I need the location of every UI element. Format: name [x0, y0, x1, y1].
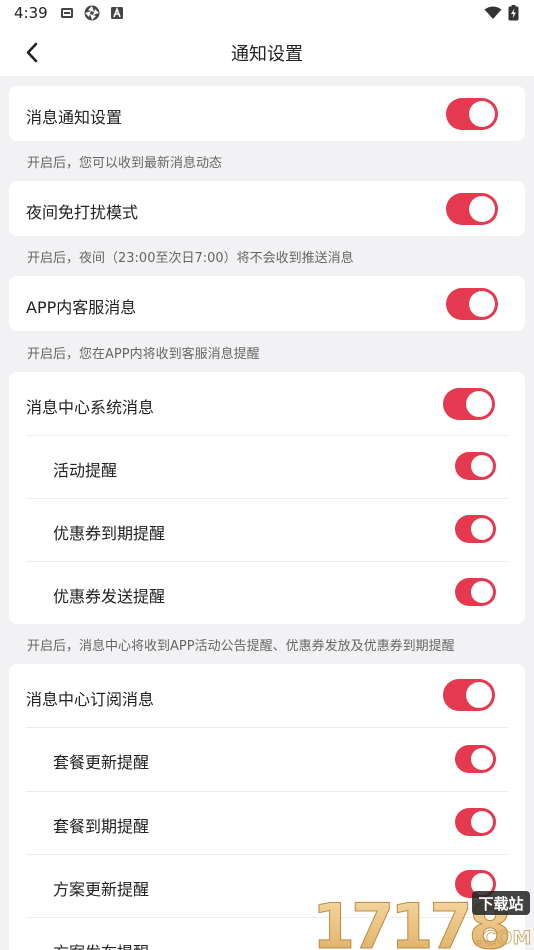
setting-label: 优惠券到期提醒 [53, 524, 166, 543]
setting-card-do-not-disturb: 夜间免打扰模式 [9, 181, 525, 236]
setting-row-coupon-sent: 优惠券发送提醒 [9, 561, 525, 624]
system-messages-toggle[interactable] [443, 388, 495, 420]
do-not-disturb-toggle[interactable] [446, 193, 498, 225]
watermark-suffix: .COM [475, 927, 531, 949]
watermark-logo: 17178 下载站 .COM [312, 890, 532, 950]
setting-row-system-messages: 消息中心系统消息 [9, 372, 525, 435]
setting-label: 消息通知设置 [26, 108, 123, 127]
setting-card-customer-service: APP内客服消息 [9, 276, 525, 331]
setting-row-subscription-messages: 消息中心订阅消息 [9, 664, 525, 727]
setting-label: 夜间免打扰模式 [26, 203, 139, 222]
setting-label: APP内客服消息 [26, 298, 137, 317]
setting-row-customer-service: APP内客服消息 [9, 276, 525, 331]
setting-row-activity-reminder: 活动提醒 [9, 435, 525, 498]
setting-row-do-not-disturb: 夜间免打扰模式 [9, 181, 525, 236]
wifi-icon [484, 6, 502, 19]
setting-description: 开启后，夜间（23:00至次日7:00）将不会收到推送消息 [27, 251, 354, 266]
page-title: 通知设置 [231, 44, 303, 65]
font-notification-icon [111, 6, 123, 19]
plan-update-toggle[interactable] [455, 745, 496, 773]
coupon-sent-toggle[interactable] [455, 578, 496, 606]
setting-label: 优惠券发送提醒 [53, 587, 166, 606]
setting-row-plan-update: 套餐更新提醒 [9, 727, 525, 791]
setting-label: 活动提醒 [53, 461, 118, 480]
setting-label: 套餐更新提醒 [53, 753, 150, 772]
setting-description: 开启后，您在APP内将收到客服消息提醒 [27, 347, 260, 362]
setting-label: 消息中心订阅消息 [26, 690, 155, 709]
battery-charging-icon [508, 5, 519, 21]
message-notification-toggle[interactable] [446, 98, 498, 130]
setting-label: 消息中心系统消息 [26, 398, 155, 417]
setting-label: 方案发布提醒 [53, 939, 149, 950]
setting-row-coupon-expiry: 优惠券到期提醒 [9, 498, 525, 561]
setting-description: 开启后，您可以收到最新消息动态 [27, 156, 223, 171]
setting-card-message-notification: 消息通知设置 [9, 86, 525, 141]
coupon-expiry-toggle[interactable] [455, 515, 496, 543]
subscription-messages-toggle[interactable] [443, 679, 495, 711]
app-notification-icon [84, 5, 100, 21]
setting-row-plan-expiry: 套餐到期提醒 [9, 791, 525, 854]
customer-service-toggle[interactable] [446, 288, 498, 320]
app-header: 通知设置 [0, 28, 534, 76]
setting-card-system-messages: 消息中心系统消息 活动提醒 优惠券到期提醒 优惠券发送提醒 [9, 372, 525, 624]
watermark-badge: 下载站 [478, 895, 523, 913]
setting-row-message-notification: 消息通知设置 [9, 86, 525, 141]
setting-label: 套餐到期提醒 [53, 817, 150, 836]
status-bar: 4:39 [0, 0, 534, 28]
activity-reminder-toggle[interactable] [455, 452, 496, 480]
mail-notification-icon [61, 8, 73, 18]
setting-description: 开启后，消息中心将收到APP活动公告提醒、优惠券发放及优惠券到期提醒 [27, 639, 455, 654]
setting-label: 方案更新提醒 [53, 880, 150, 899]
plan-expiry-toggle[interactable] [455, 808, 496, 836]
status-time: 4:39 [14, 4, 48, 22]
